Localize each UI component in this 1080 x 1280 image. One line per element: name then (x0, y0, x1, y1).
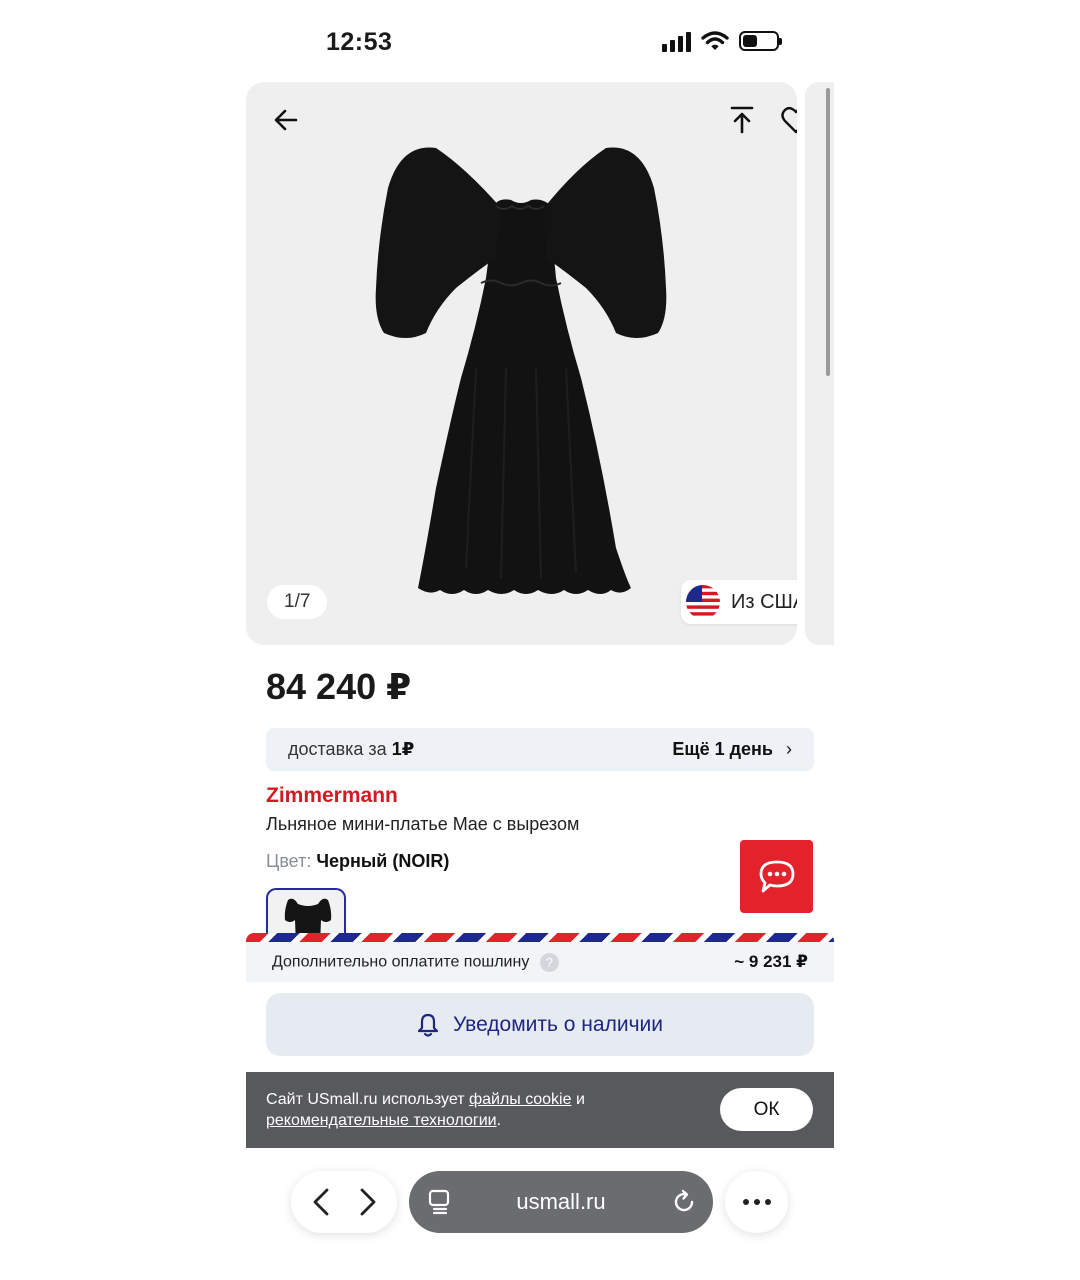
wifi-icon (701, 31, 729, 50)
chat-button[interactable] (740, 840, 813, 913)
help-icon[interactable]: ? (539, 952, 559, 972)
image-counter: 1/7 (267, 585, 328, 619)
heart-icon (781, 106, 797, 134)
color-label: Цвет: (266, 851, 312, 871)
page-scrollbar[interactable] (826, 88, 830, 376)
delivery-amount: 1₽ (391, 739, 415, 759)
product-price: 84 240 ₽ (266, 666, 412, 707)
notify-label: Уведомить о наличии (453, 1012, 663, 1036)
recommendation-tech-link[interactable]: рекомендательные технологии (266, 1112, 497, 1129)
color-value: Черный (NOIR) (316, 851, 450, 871)
duty-value: ~ 9 231 ₽ (734, 952, 808, 971)
status-bar: 12:53 (0, 0, 1080, 84)
notify-availability-button[interactable]: Уведомить о наличии (266, 993, 814, 1056)
cookie-ok-button[interactable]: ОК (720, 1088, 813, 1131)
arrow-left-icon (274, 109, 298, 131)
cookie-text-after: . (496, 1112, 502, 1129)
chevron-right-icon: › (786, 739, 792, 759)
chat-bubble-icon (759, 860, 794, 892)
delivery-eta[interactable]: Ещё 1 день › (672, 739, 792, 760)
product-image[interactable] (366, 128, 676, 598)
browser-nav-group (291, 1171, 397, 1233)
battery-level (743, 35, 758, 47)
share-button[interactable] (720, 98, 764, 142)
product-title: Льняное мини-платье Mae с вырезом (266, 814, 580, 834)
cellular-signal-icon (662, 30, 691, 52)
more-button[interactable] (725, 1171, 788, 1233)
delivery-cost: доставка за 1₽ (288, 739, 414, 760)
color-info: Цвет: Черный (NOIR) (266, 851, 449, 872)
browser-forward-icon[interactable] (355, 1187, 379, 1217)
status-time: 12:53 (326, 28, 393, 56)
back-button[interactable] (264, 98, 308, 142)
duty-label: Дополнительно оплатите пошлину (272, 953, 530, 971)
origin-badge: Из США (681, 580, 797, 624)
cookie-text: Сайт USmall.ru использует файлы cookie и… (266, 1089, 706, 1131)
airmail-divider (246, 933, 834, 942)
us-flag-icon (686, 585, 720, 619)
delivery-info[interactable]: доставка за 1₽ Ещё 1 день › (266, 728, 814, 771)
url-text: usmall.ru (516, 1189, 606, 1214)
product-gallery[interactable]: 1/7 Из США (246, 82, 797, 645)
favorite-button[interactable] (774, 98, 797, 142)
duty-row: Дополнительно оплатите пошлину ? ~ 9 231… (246, 942, 834, 982)
battery-icon (739, 31, 782, 51)
cookie-banner: Сайт USmall.ru использует файлы cookie и… (246, 1072, 834, 1148)
browser-back-icon[interactable] (310, 1187, 334, 1217)
cookie-text-middle: и (575, 1091, 585, 1108)
cookie-text-before: Сайт USmall.ru использует (266, 1091, 465, 1108)
status-icons (662, 30, 782, 52)
delivery-eta-label: Ещё 1 день (672, 739, 773, 759)
bell-icon (417, 1013, 439, 1037)
reload-icon[interactable] (671, 1189, 697, 1215)
more-dots-icon (742, 1199, 771, 1205)
address-bar[interactable]: usmall.ru (409, 1171, 713, 1233)
cookie-files-link[interactable]: файлы cookie (469, 1091, 572, 1108)
delivery-label: доставка за (288, 739, 387, 759)
brand-link[interactable]: Zimmermann (266, 784, 398, 808)
origin-label: Из США (731, 590, 797, 613)
duty-info: Дополнительно оплатите пошлину ? (272, 952, 559, 972)
share-up-icon (730, 106, 754, 134)
